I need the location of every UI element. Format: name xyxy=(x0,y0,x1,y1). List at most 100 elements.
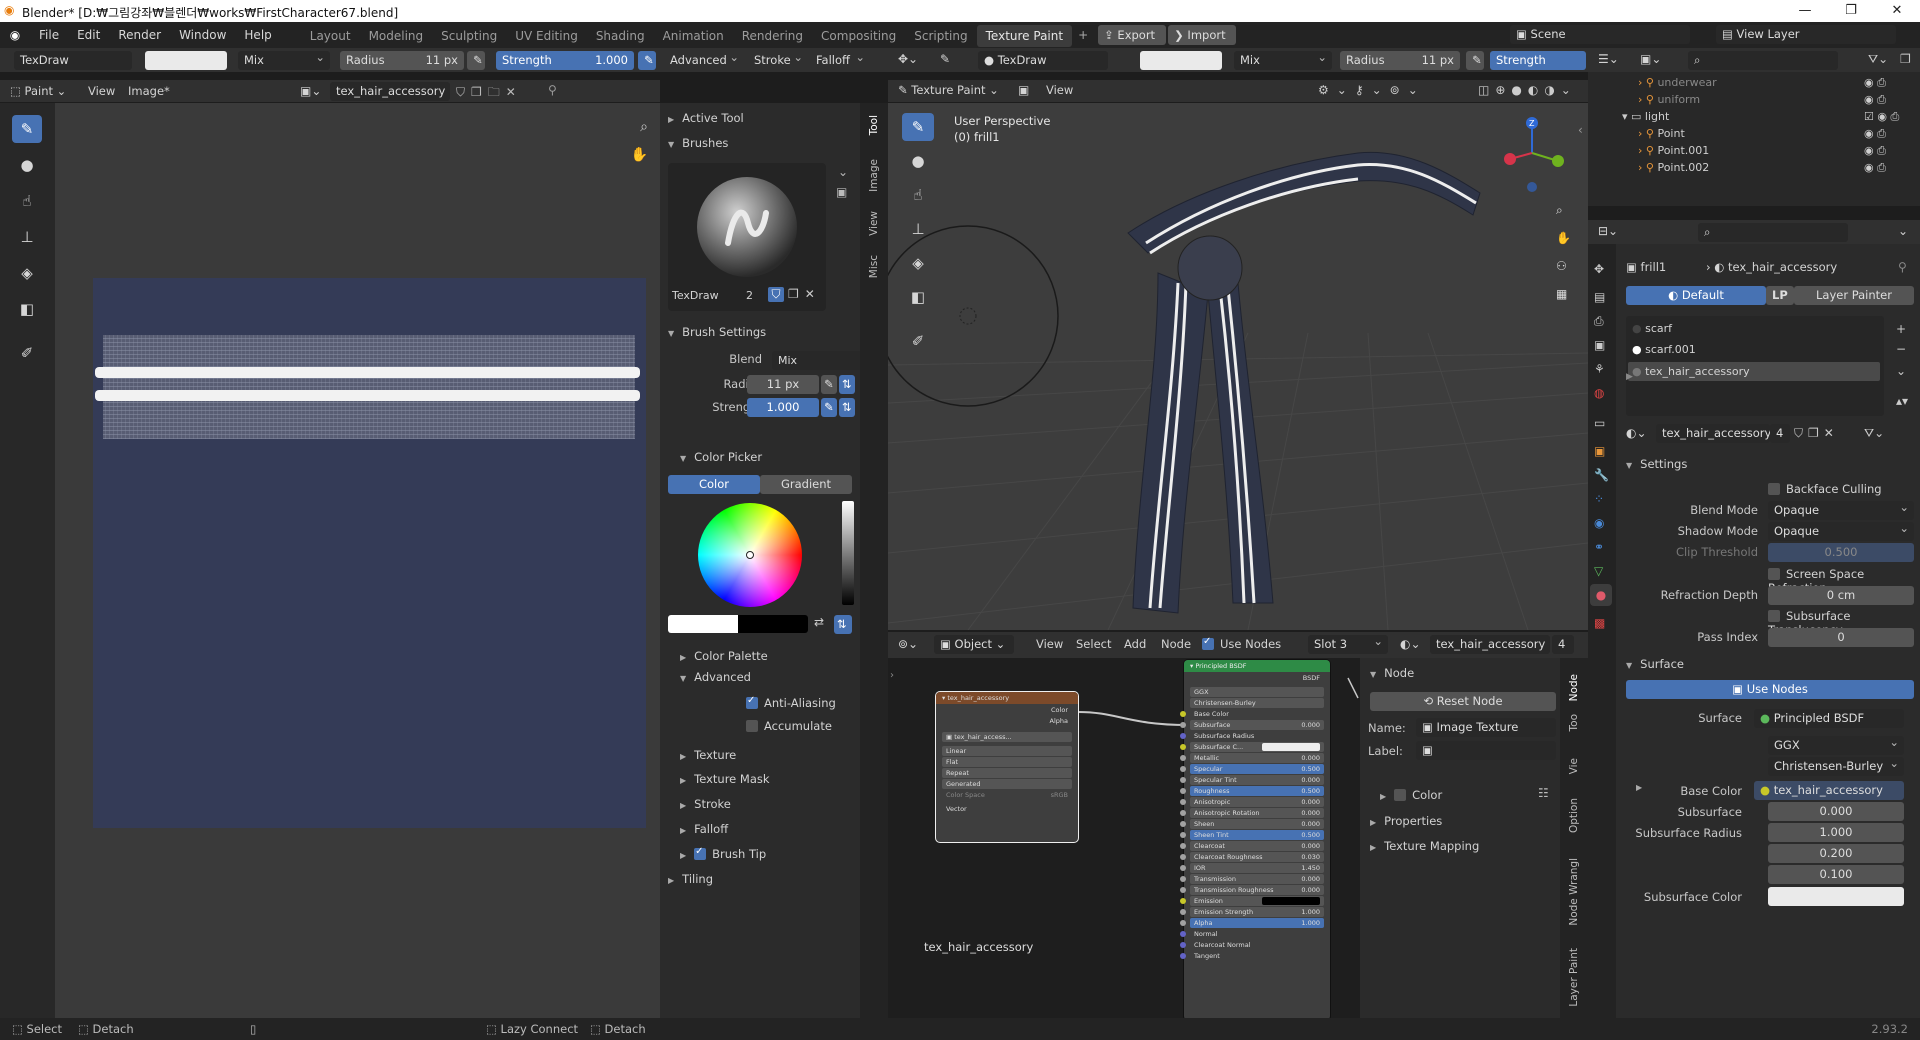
texture-section[interactable]: Texture xyxy=(680,748,736,762)
image-name-field[interactable]: tex_hair_accessory xyxy=(330,82,450,101)
image-node-image-field[interactable]: ▣ tex_hair_access... xyxy=(942,732,1072,742)
viewport-radius-pen-icon[interactable]: ✎ xyxy=(1466,51,1484,70)
particles-props-icon[interactable]: ⁘ xyxy=(1594,492,1604,506)
value-slider[interactable] xyxy=(842,501,854,605)
strength-value-field[interactable]: 1.000 xyxy=(747,398,819,417)
slot-scarf-001[interactable]: ● scarf.001 xyxy=(1632,343,1696,356)
bsdf-input-row[interactable]: Transmission Roughness 0.000 xyxy=(1180,885,1324,895)
input-socket[interactable] xyxy=(1180,722,1186,728)
smear-tool-icon[interactable]: ☝ xyxy=(12,187,42,215)
principled-bsdf-node[interactable]: ▾ Principled BSDF BSDF GGX Christensen-B… xyxy=(1180,660,1330,1018)
anti-aliasing-checkbox[interactable]: Anti-Aliasing xyxy=(746,695,836,710)
stroke-dropdown[interactable]: Stroke xyxy=(748,51,808,70)
fake-user-icon[interactable]: ⛉ xyxy=(768,287,784,302)
bsdf-input-row[interactable]: Subsurface 0.000 xyxy=(1180,720,1324,730)
radius-value-field[interactable]: 11 px xyxy=(747,375,819,394)
input-socket[interactable] xyxy=(1180,843,1186,849)
input-socket[interactable] xyxy=(1180,755,1186,761)
collection-props-icon[interactable]: ▭ xyxy=(1594,416,1605,430)
vp-pan-icon[interactable]: ✋ xyxy=(1556,231,1571,245)
new-collection-icon[interactable]: ❐ xyxy=(1900,52,1911,66)
image-canvas[interactable]: ⌕ ✋ xyxy=(55,103,660,1018)
radius-pressure-toggle[interactable]: ⇅ xyxy=(839,375,855,394)
draw-tool-icon[interactable]: ✎ xyxy=(12,115,42,143)
bsdf-input-row[interactable]: Emission Strength 1.000 xyxy=(1180,907,1324,917)
image-actions-icons[interactable]: ⛉❐🗀✕ xyxy=(456,83,522,104)
slot-move-icon[interactable]: ▴▾ xyxy=(1896,394,1908,408)
bsdf-input-row[interactable]: Anisotropic Rotation 0.000 xyxy=(1180,808,1324,818)
swap-colors-icon[interactable]: ⇄ xyxy=(814,615,824,629)
image-texture-node[interactable]: ▾ tex_hair_accessory Color Alpha ▣ tex_h… xyxy=(936,692,1078,842)
tab-modeling[interactable]: Modeling xyxy=(360,25,433,47)
tool-props-icon[interactable]: ✥ xyxy=(1594,262,1604,276)
display-mode-icon[interactable]: ▣⌄ xyxy=(1640,52,1661,66)
tab-image[interactable]: Image xyxy=(868,159,880,192)
properties-options-icon[interactable]: ⌄ xyxy=(1898,224,1908,238)
outliner-type-icon[interactable]: ☰⌄ xyxy=(1598,52,1619,66)
material-browse-icon[interactable]: ◐⌄ xyxy=(1400,637,1421,651)
object-type-dropdown[interactable]: ▣ Object ⌄ xyxy=(934,635,1014,654)
input-socket[interactable] xyxy=(1180,953,1186,959)
bsdf-input-row[interactable]: Roughness 0.500 xyxy=(1180,786,1324,796)
tab-rendering[interactable]: Rendering xyxy=(733,25,812,47)
3d-viewport[interactable]: User Perspective (0) frill1 ✎ ● ☝ ⊥ ◈ ◧ … xyxy=(888,103,1588,630)
pass-index-field[interactable]: 0 xyxy=(1768,628,1914,647)
bsdf-input-row[interactable]: Clearcoat Normal xyxy=(1180,940,1324,950)
material-slot-list[interactable]: ● scarf ● scarf.001 ● tex_hair_accessory xyxy=(1626,316,1884,416)
subsurface-field[interactable]: 0.000 xyxy=(1768,802,1904,821)
vp-smear-tool-icon[interactable]: ☝ xyxy=(902,181,934,209)
bsdf-input-row[interactable]: Metallic 0.000 xyxy=(1180,753,1324,763)
subsurface-radius-y[interactable]: 0.200 xyxy=(1768,844,1904,863)
radius-field[interactable]: Radius 11 px xyxy=(340,51,464,70)
ntab-node[interactable]: Node xyxy=(1568,674,1580,701)
pan-icon[interactable]: ✋ xyxy=(631,147,648,163)
outliner-item[interactable]: › ⚲ Point.001 xyxy=(1638,144,1709,157)
bsdf-input-row[interactable]: Specular Tint 0.000 xyxy=(1180,775,1324,785)
bsdf-input-row[interactable]: Base Color xyxy=(1180,709,1324,719)
stroke-section[interactable]: Stroke xyxy=(680,797,731,811)
menu-file[interactable]: File xyxy=(30,22,68,48)
node-menu-node[interactable]: Node xyxy=(1161,637,1191,651)
bsdf-out[interactable]: BSDF xyxy=(1190,673,1324,683)
color-pressure-toggle[interactable]: ⇅ xyxy=(834,615,852,634)
output-props-icon[interactable]: ⎙ xyxy=(1594,314,1604,329)
world-props-icon[interactable]: ◍ xyxy=(1594,386,1604,400)
modifier-props-icon[interactable]: 🔧 xyxy=(1594,468,1609,482)
image-node-interpolation[interactable]: Linear xyxy=(942,746,1072,756)
node-color-section[interactable]: Color xyxy=(1380,788,1442,802)
radius-pen-icon[interactable]: ✎ xyxy=(821,375,837,394)
node-section[interactable]: Node xyxy=(1370,666,1414,680)
texture-mapping-section[interactable]: Texture Mapping xyxy=(1370,839,1479,853)
bsdf-emission-swatch[interactable] xyxy=(1262,897,1320,905)
add-workspace-icon[interactable]: + xyxy=(1072,28,1094,42)
subsurface-color-swatch[interactable] xyxy=(1768,887,1904,906)
brush-name[interactable]: TexDraw xyxy=(672,289,719,302)
navigation-gizmo[interactable]: Z xyxy=(1500,113,1570,193)
blend-dropdown[interactable]: Mix xyxy=(238,51,330,70)
annotate-tool-icon[interactable]: ✐ xyxy=(12,339,42,367)
image-browse-icon[interactable]: ▣⌄ xyxy=(300,84,321,98)
subsurface-radius-x[interactable]: 1.000 xyxy=(1768,823,1904,842)
bsdf-input-row[interactable]: Transmission 0.000 xyxy=(1180,874,1324,884)
lp-tab-layer-painter[interactable]: Layer Painter xyxy=(1794,286,1914,305)
node-label-field[interactable]: ▣ xyxy=(1416,741,1556,760)
input-socket[interactable] xyxy=(1180,711,1186,717)
bsdf-input-row[interactable]: Subsurface Radius xyxy=(1180,731,1324,741)
bsdf-input-row[interactable]: Alpha 1.000 xyxy=(1180,918,1324,928)
blend-mode-dropdown[interactable]: Opaque xyxy=(1768,501,1914,520)
physics-props-icon[interactable]: ◉ xyxy=(1594,516,1604,530)
tab-texture-paint[interactable]: Texture Paint xyxy=(976,25,1073,47)
node-menu-view[interactable]: View xyxy=(1036,637,1063,651)
vp-mask-tool-icon[interactable]: ◧ xyxy=(902,283,934,311)
input-socket[interactable] xyxy=(1180,865,1186,871)
viewport-strength-field[interactable]: Strength xyxy=(1490,51,1586,70)
outliner-item[interactable]: › ⚲ Point.002 xyxy=(1638,161,1709,174)
input-socket[interactable] xyxy=(1180,876,1186,882)
brush-color-swatch[interactable] xyxy=(145,51,227,70)
tab-uv-editing[interactable]: UV Editing xyxy=(506,25,587,47)
slot-tex-hair-accessory[interactable]: ● tex_hair_accessory xyxy=(1628,362,1880,381)
zoom-icon[interactable]: ⌕ xyxy=(640,119,648,135)
image-paint-icon[interactable]: ▣ xyxy=(1018,83,1029,97)
list-expand-icon[interactable]: ▶ xyxy=(1626,372,1633,382)
tab-view[interactable]: View xyxy=(868,211,880,236)
